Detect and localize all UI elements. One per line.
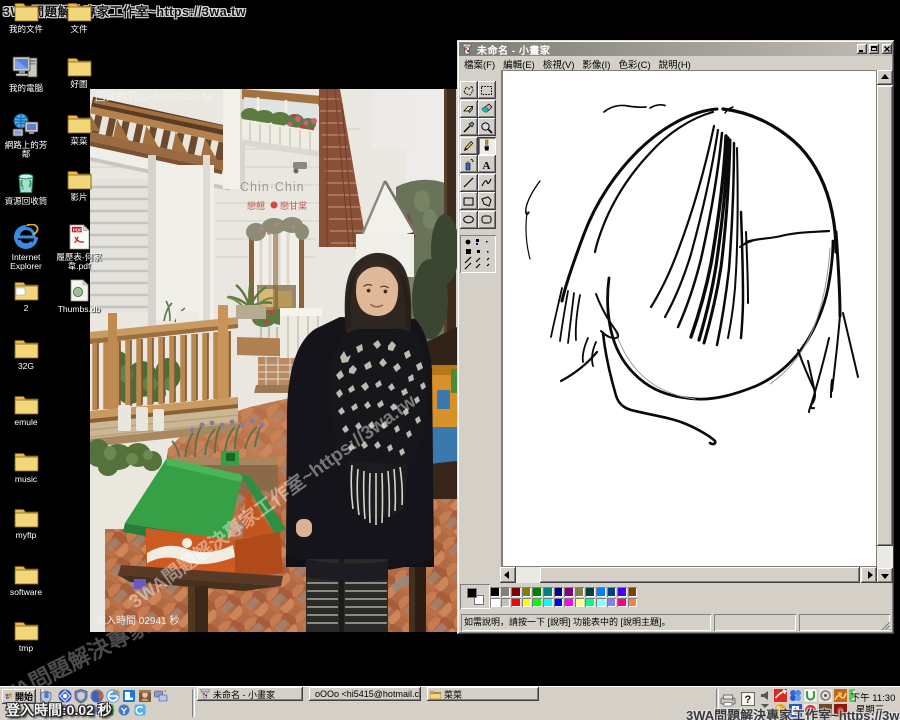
svg-text:載入時間 02941 秒: 載入時間 02941 秒 [96,614,179,627]
svg-text:戀翹: 戀翹 [247,200,265,211]
svg-text:PDF: PDF [72,227,81,232]
svg-text:戀甘棠: 戀甘棠 [280,200,307,211]
svg-text:Chin·Chin: Chin·Chin [240,180,305,194]
svg-text:A: A [483,160,491,171]
svg-text:回興的羽山~http://3wa.tw: 回興的羽山~http://3wa.tw [95,90,213,103]
